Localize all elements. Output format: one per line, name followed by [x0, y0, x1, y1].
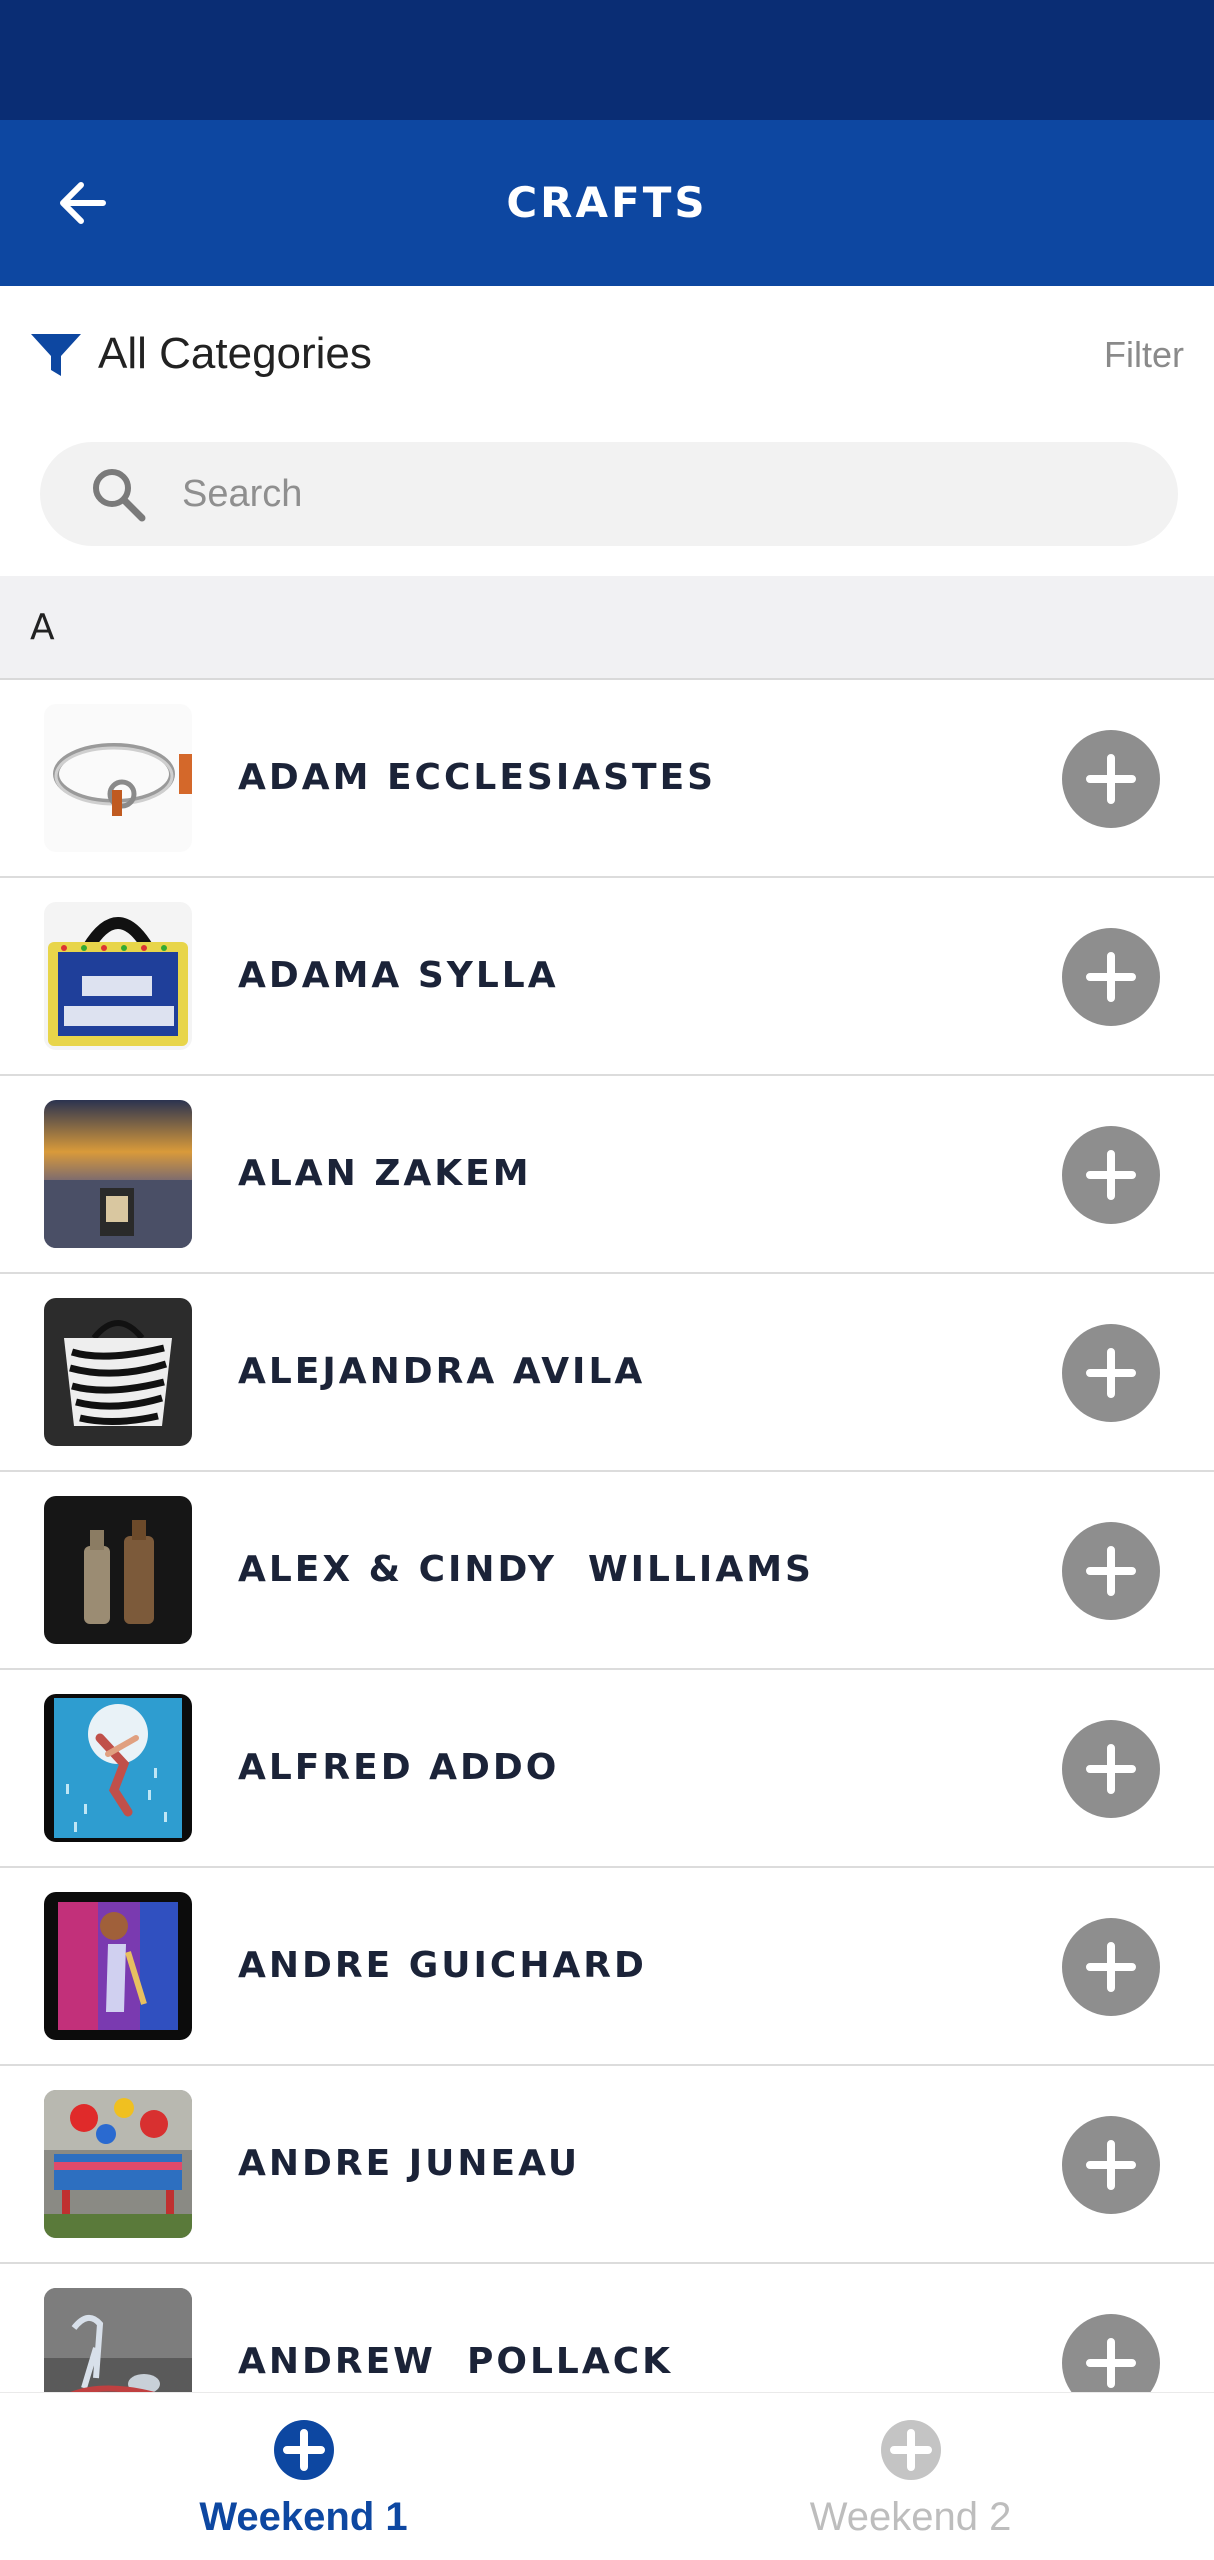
artist-name: ADAMA SYLLA — [238, 955, 559, 996]
tab-weekend-1[interactable]: Weekend 1 — [0, 2393, 607, 2560]
artist-name: ADAM ECCLESIASTES — [238, 757, 717, 798]
artist-thumbnail — [44, 2090, 192, 2238]
filter-button[interactable]: Filter — [1104, 328, 1184, 382]
artist-name: ALEJANDRA AVILA — [238, 1351, 646, 1392]
search-bar[interactable] — [40, 442, 1178, 546]
filter-row[interactable]: All Categories Filter — [0, 286, 1214, 416]
tab-label: Weekend 2 — [809, 2495, 1012, 2539]
artist-list[interactable]: ADAM ECCLESIASTES ADAMA SYLLA ALAN ZAKEM… — [0, 680, 1214, 2392]
list-item[interactable]: ADAM ECCLESIASTES — [0, 680, 1214, 878]
artist-thumbnail — [44, 1298, 192, 1446]
add-button[interactable] — [1062, 730, 1160, 828]
artist-name: ANDRE GUICHARD — [238, 1945, 647, 1986]
artist-thumbnail — [44, 1694, 192, 1842]
app-bar: CRAFTS — [0, 120, 1214, 286]
add-circle-icon — [880, 2420, 941, 2480]
artist-thumbnail — [44, 2288, 192, 2392]
add-button[interactable] — [1062, 928, 1160, 1026]
plus-icon — [1086, 1744, 1136, 1794]
list-item[interactable]: ALAN ZAKEM — [0, 1076, 1214, 1274]
page-title: CRAFTS — [506, 178, 708, 227]
plus-icon — [1086, 1546, 1136, 1596]
category-label[interactable]: All Categories — [98, 324, 372, 384]
add-circle-icon — [273, 2420, 334, 2480]
tab-weekend-2[interactable]: Weekend 2 — [607, 2393, 1214, 2560]
artist-thumbnail — [44, 902, 192, 1050]
add-button[interactable] — [1062, 1720, 1160, 1818]
artist-name: ALFRED ADDO — [238, 1747, 560, 1788]
add-button[interactable] — [1062, 1126, 1160, 1224]
section-header: A — [0, 576, 1214, 680]
list-item[interactable]: ANDRE JUNEAU — [0, 2066, 1214, 2264]
add-button[interactable] — [1062, 1918, 1160, 2016]
section-letter: A — [30, 607, 55, 648]
plus-icon — [1086, 2140, 1136, 2190]
plus-icon — [1086, 1150, 1136, 1200]
plus-icon — [1086, 952, 1136, 1002]
search-icon — [93, 469, 146, 522]
status-bar — [0, 0, 1214, 120]
artist-thumbnail — [44, 704, 192, 852]
add-button[interactable] — [1062, 1324, 1160, 1422]
filter-icon[interactable] — [28, 326, 84, 382]
add-button[interactable] — [1062, 1522, 1160, 1620]
list-item[interactable]: ALEJANDRA AVILA — [0, 1274, 1214, 1472]
plus-icon — [1086, 1348, 1136, 1398]
artist-thumbnail — [44, 1100, 192, 1248]
list-item[interactable]: ANDRE GUICHARD — [0, 1868, 1214, 2066]
bottom-nav: Weekend 1 Weekend 2 — [0, 2392, 1214, 2560]
add-button[interactable] — [1062, 2314, 1160, 2392]
plus-icon — [1086, 1942, 1136, 1992]
artist-thumbnail — [44, 1496, 192, 1644]
plus-icon — [1086, 2338, 1136, 2388]
artist-name: ANDREW POLLACK — [238, 2341, 674, 2382]
artist-name: ALEX & CINDY WILLIAMS — [238, 1549, 814, 1590]
artist-name: ALAN ZAKEM — [238, 1153, 532, 1194]
list-item[interactable]: ANDREW POLLACK — [0, 2264, 1214, 2392]
list-item[interactable]: ALFRED ADDO — [0, 1670, 1214, 1868]
artist-name: ANDRE JUNEAU — [238, 2143, 581, 2184]
artist-thumbnail — [44, 1892, 192, 2040]
list-item[interactable]: ALEX & CINDY WILLIAMS — [0, 1472, 1214, 1670]
add-button[interactable] — [1062, 2116, 1160, 2214]
list-item[interactable]: ADAMA SYLLA — [0, 878, 1214, 1076]
search-input[interactable] — [182, 442, 1142, 546]
plus-icon — [1086, 754, 1136, 804]
tab-label: Weekend 1 — [199, 2495, 408, 2539]
